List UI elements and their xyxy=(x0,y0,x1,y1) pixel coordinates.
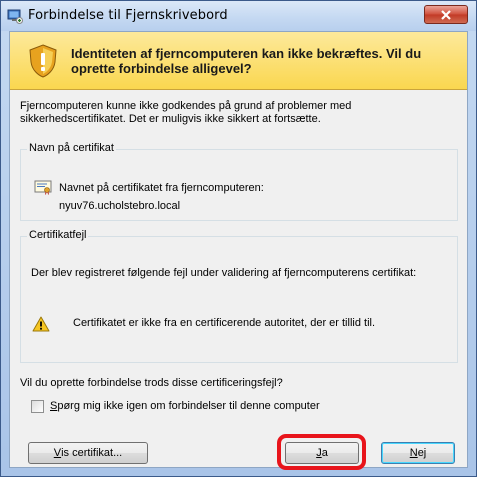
warning-banner: Identiteten af fjerncomputeren kan ikke … xyxy=(10,32,467,90)
cert-error-text: Certifikatet er ikke fra en certificeren… xyxy=(73,317,376,329)
cert-name-text: Navnet på certifikatet fra fjerncomputer… xyxy=(59,179,439,215)
cert-name-legend: Navn på certifikat xyxy=(27,142,116,154)
banner-heading: Identiteten af fjerncomputeren kan ikke … xyxy=(71,46,422,76)
close-icon xyxy=(441,9,451,20)
dialog-window: Forbindelse til Fjernskrivebord Identite… xyxy=(0,0,477,477)
remote-desktop-icon xyxy=(7,9,23,24)
window-title: Forbindelse til Fjernskrivebord xyxy=(28,8,228,23)
warning-icon xyxy=(32,316,50,332)
cert-error-description: Der blev registreret følgende fejl under… xyxy=(31,267,417,279)
dont-ask-again-label[interactable]: Spørg mig ikke igen om forbindelser til … xyxy=(50,400,320,412)
cert-hostname: nyuv76.ucholstebro.local xyxy=(59,200,181,212)
no-button[interactable]: Nej xyxy=(381,442,455,464)
no-label: ej xyxy=(417,447,427,459)
cert-error-legend: Certifikatfejl xyxy=(27,229,89,241)
cert-name-group: Navn på certifikat Navnet på certifikate… xyxy=(20,142,458,221)
view-cert-label: is certifikat... xyxy=(61,447,123,459)
cert-error-group: Certifikatfejl Der blev registreret følg… xyxy=(20,229,458,363)
no-accel: N xyxy=(409,447,418,459)
certificate-icon xyxy=(34,180,52,195)
shield-warning-icon xyxy=(29,44,57,78)
close-button[interactable] xyxy=(424,5,468,24)
question-text: Vil du oprette forbindelse trods disse c… xyxy=(20,377,283,389)
dont-ask-again-checkbox[interactable] xyxy=(31,400,44,413)
cert-name-line: Navnet på certifikatet fra fjerncomputer… xyxy=(59,182,264,194)
view-cert-accel: V xyxy=(53,447,62,459)
checkbox-label-text: pørg mig ikke igen om forbindelser til d… xyxy=(57,400,320,412)
yes-button[interactable]: Ja xyxy=(285,442,359,464)
title-bar[interactable]: Forbindelse til Fjernskrivebord xyxy=(1,1,476,31)
yes-label: a xyxy=(321,447,328,459)
view-certificate-button[interactable]: Vis certifikat... xyxy=(28,442,148,464)
intro-text: Fjerncomputeren kunne ikke godkendes på … xyxy=(20,100,352,125)
dialog-content: Identiteten af fjerncomputeren kan ikke … xyxy=(9,31,468,470)
